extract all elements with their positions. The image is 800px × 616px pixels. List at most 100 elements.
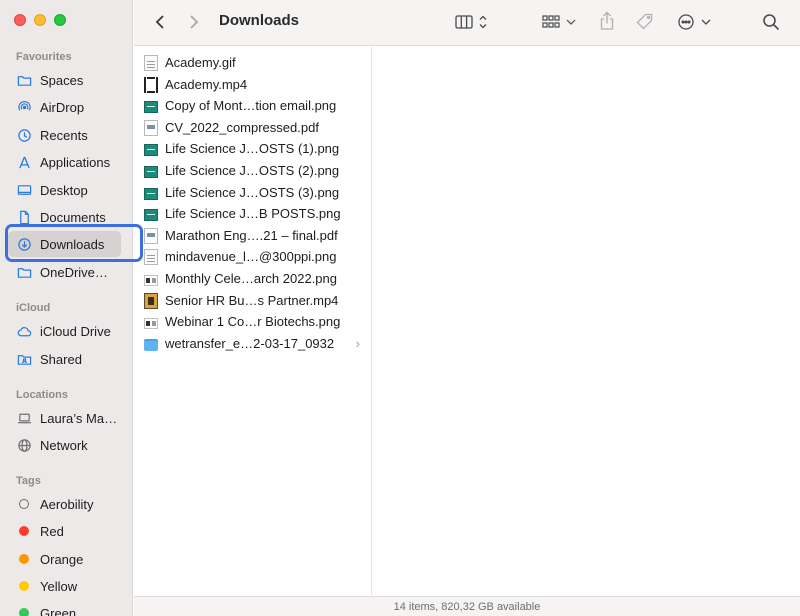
image-thumbnail-icon [144, 100, 158, 113]
empty-column [373, 47, 800, 595]
group-by-button[interactable] [541, 12, 579, 32]
share-icon [600, 11, 614, 30]
search-icon [763, 14, 780, 31]
video-file-icon [144, 76, 158, 93]
sidebar-tag-yellow[interactable]: Yellow [8, 573, 121, 599]
image-thumbnail-icon [144, 187, 158, 200]
sidebar-item-laptop[interactable]: Laura’s Ma… [8, 405, 121, 431]
file-row[interactable]: Webinar 1 Co…r Biotechs.png [144, 311, 370, 332]
window-controls [14, 14, 66, 26]
file-name: Webinar 1 Co…r Biotechs.png [165, 314, 341, 329]
window-title: Downloads [219, 12, 300, 29]
close-window-button[interactable] [14, 14, 26, 26]
cloud-icon [16, 323, 32, 339]
sidebar-item-label: Shared [40, 351, 82, 367]
view-mode-button[interactable] [454, 12, 490, 32]
file-row[interactable]: mindavenue_l…@300ppi.png [144, 246, 370, 267]
document-icon [16, 209, 32, 225]
sidebar-item-spaces[interactable]: Spaces [8, 67, 121, 93]
shared-folder-icon [16, 351, 32, 367]
file-row[interactable]: Life Science J…OSTS (2).png [144, 160, 370, 181]
file-row[interactable]: CV_2022_compressed.pdf [144, 117, 370, 138]
download-icon [16, 236, 32, 252]
file-row[interactable]: Monthly Cele…arch 2022.png [144, 268, 370, 289]
file-name: Life Science J…OSTS (3).png [165, 185, 340, 200]
tags-section-title: Tags [16, 475, 41, 487]
pdf-file-icon [144, 227, 158, 244]
applications-icon [16, 154, 32, 170]
file-name: Life Science J…OSTS (1).png [165, 141, 340, 156]
sidebar-item-label: Network [40, 437, 88, 453]
sidebar-item-label: Desktop [40, 182, 88, 198]
sidebar-item-applications[interactable]: Applications [8, 149, 121, 175]
favourites-section-title: Favourites [16, 51, 72, 63]
sidebar-item-onedrive[interactable]: OneDrive… [8, 259, 121, 285]
image-thumbnail-icon [144, 317, 158, 329]
file-row[interactable]: Academy.gif [144, 52, 370, 73]
file-row[interactable]: Marathon Eng….21 – final.pdf [144, 225, 370, 246]
sidebar-item-network[interactable]: Network [8, 432, 121, 458]
sidebar-tag-aerobility[interactable]: Aerobility [8, 491, 121, 517]
forward-button[interactable] [186, 12, 202, 32]
sidebar-item-icloud-drive[interactable]: iCloud Drive [8, 318, 121, 344]
file-row[interactable]: Life Science J…OSTS (3).png [144, 182, 370, 203]
sidebar-tag-red[interactable]: Red [8, 518, 121, 544]
file-row[interactable]: Life Science J…OSTS (1).png [144, 138, 370, 159]
file-name: Copy of Mont…tion email.png [165, 98, 337, 113]
image-file-icon [144, 54, 158, 71]
file-list-column: Academy.gif Academy.mp4 Copy of Mont…tio… [134, 47, 372, 595]
sidebar-item-label: Orange [40, 551, 84, 567]
back-button[interactable] [152, 12, 168, 32]
tag-dot-icon [19, 499, 29, 509]
finder-window: Favourites Spaces AirDrop Recents Applic… [0, 0, 800, 616]
file-name: Life Science J…OSTS (2).png [165, 163, 340, 178]
image-thumbnail-icon [144, 165, 158, 178]
sidebar-item-label: Recents [40, 127, 88, 143]
file-name: Life Science J…B POSTS.png [165, 206, 341, 221]
locations-section-title: Locations [16, 389, 68, 401]
sidebar-item-shared[interactable]: Shared [8, 346, 121, 372]
desktop-icon [16, 182, 32, 198]
tag-dot-icon [19, 581, 29, 591]
file-name: Marathon Eng….21 – final.pdf [165, 228, 338, 243]
search-button[interactable] [760, 11, 782, 33]
file-row[interactable]: Copy of Mont…tion email.png [144, 95, 370, 116]
folder-icon [144, 339, 158, 351]
ellipsis-circle-icon [678, 14, 711, 30]
grid-icon [542, 15, 576, 28]
sidebar-item-label: Laura’s Ma… [40, 410, 118, 426]
sidebar-item-downloads[interactable]: Downloads [8, 231, 121, 257]
file-name: Monthly Cele…arch 2022.png [165, 271, 337, 286]
video-thumbnail-icon [144, 292, 158, 309]
sidebar-item-documents[interactable]: Documents [8, 204, 121, 230]
clock-icon [16, 127, 32, 143]
sidebar-item-recents[interactable]: Recents [8, 122, 121, 148]
tag-dot-icon [19, 554, 29, 564]
tags-button[interactable] [634, 11, 656, 33]
folder-icon [16, 264, 32, 280]
file-name: CV_2022_compressed.pdf [165, 120, 319, 135]
laptop-icon [16, 410, 32, 426]
columns-view-icon [455, 15, 487, 29]
chevron-right-icon [190, 15, 199, 29]
share-button[interactable] [597, 10, 617, 32]
sidebar-item-label: AirDrop [40, 99, 85, 115]
sidebar-tag-orange[interactable]: Orange [8, 546, 121, 572]
sidebar-item-airdrop[interactable]: AirDrop [8, 94, 121, 120]
sidebar-item-label: Applications [40, 154, 111, 170]
file-row-folder[interactable]: wetransfer_e…2-03-17_0932 › [144, 333, 370, 354]
file-row[interactable]: Senior HR Bu…s Partner.mp4 [144, 290, 370, 311]
sidebar-item-label: Spaces [40, 72, 84, 88]
file-row[interactable]: Academy.mp4 [144, 74, 370, 95]
sidebar-tag-green[interactable]: Green [8, 600, 121, 616]
image-thumbnail-icon [144, 274, 158, 286]
sidebar-item-desktop[interactable]: Desktop [8, 177, 121, 203]
file-row[interactable]: Life Science J…B POSTS.png [144, 203, 370, 224]
zoom-window-button[interactable] [54, 14, 66, 26]
more-actions-button[interactable] [676, 12, 716, 32]
file-name: Academy.gif [165, 55, 236, 70]
folder-icon [16, 72, 32, 88]
minimize-window-button[interactable] [34, 14, 46, 26]
tag-icon [636, 13, 653, 30]
sidebar-item-label: OneDrive… [40, 264, 108, 280]
